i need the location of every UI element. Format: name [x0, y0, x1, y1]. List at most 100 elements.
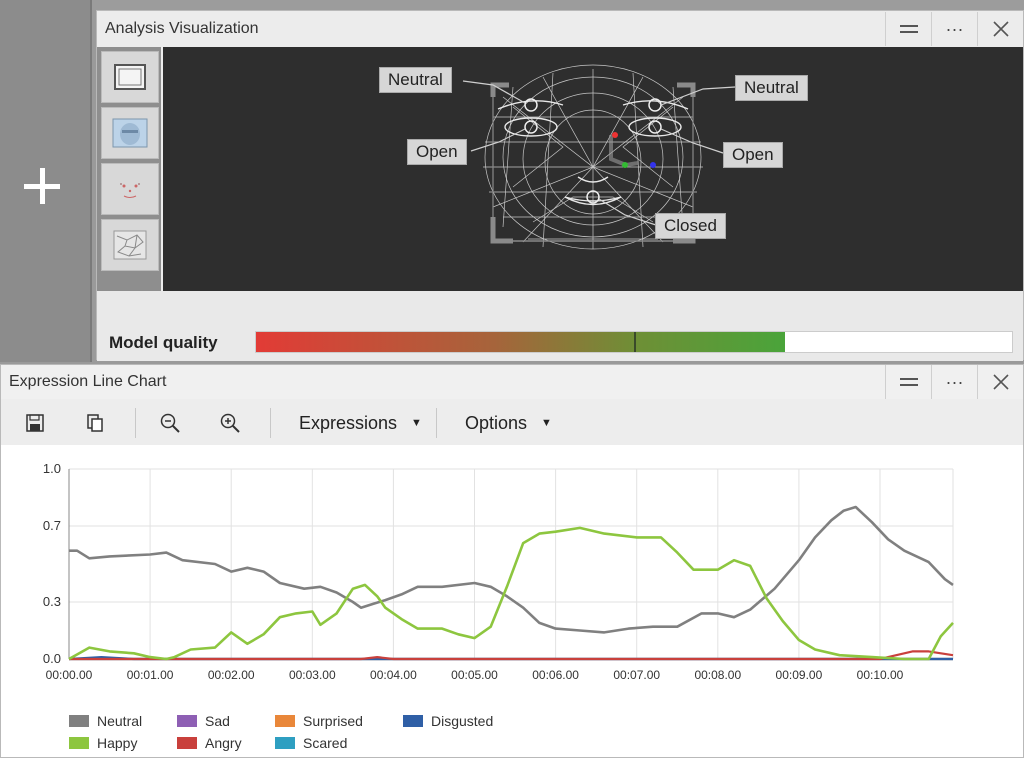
series-line-happy: [68, 526, 954, 661]
chart-legend: Neutral Sad Surprised Disgusted Happy Angry Sc…: [69, 713, 589, 757]
analysis-titlebar: Analysis Visualization ···: [97, 11, 1023, 47]
analysis-more-button[interactable]: ···: [931, 12, 977, 46]
face-image-icon: [112, 118, 148, 148]
copy-icon: [87, 414, 103, 432]
analysis-menu-button[interactable]: [885, 12, 931, 46]
hamburger-icon: [899, 25, 918, 33]
x-tick-label: 00:08.00: [694, 668, 741, 682]
top-strip: [92, 0, 1024, 10]
chart-close-button[interactable]: [977, 365, 1023, 399]
landmarks-icon: [120, 183, 140, 198]
face-mesh: [462, 64, 736, 250]
x-tick-label: 00:06.00: [532, 668, 579, 682]
x-tick-label: 00:04.00: [370, 668, 417, 682]
analysis-visualization-panel: Analysis Visualization ··· Neutral Neutr…: [96, 10, 1024, 361]
hamburger-icon: [899, 378, 918, 386]
x-tick-label: 00:02.00: [208, 668, 255, 682]
tool-landmarks-button[interactable]: [101, 163, 159, 215]
face-visualization: Neutral Neutral Open Open Closed: [163, 47, 1023, 291]
tool-face-image-button[interactable]: [101, 107, 159, 159]
label-right-brow: Neutral: [735, 75, 808, 101]
save-button[interactable]: [15, 407, 55, 439]
label-left-brow: Neutral: [379, 67, 452, 93]
copy-button[interactable]: [75, 407, 115, 439]
legend-swatch: [403, 715, 423, 727]
chevron-down-icon: ▼: [540, 417, 552, 429]
more-icon: ···: [945, 18, 964, 39]
analysis-close-button[interactable]: [977, 12, 1023, 46]
legend-item-scared: Scared: [275, 735, 347, 751]
model-quality-row: Model quality: [97, 291, 1023, 361]
save-icon: [26, 414, 44, 432]
zoom-out-icon: [160, 413, 180, 433]
legend-label: Disgusted: [431, 713, 494, 729]
legend-label: Happy: [97, 735, 138, 751]
legend-item-neutral: Neutral: [69, 713, 142, 729]
legend-label: Sad: [205, 713, 230, 729]
chart-area: 00:00.00 00:01.00 00:02.00 00:03.00 00:04.00…: [1, 445, 1023, 757]
chart-menu-button[interactable]: [885, 365, 931, 399]
tool-frame-button[interactable]: [101, 51, 159, 103]
legend-item-happy: Happy: [69, 735, 137, 751]
chart-panel-title: Expression Line Chart: [9, 373, 167, 390]
expressions-dropdown[interactable]: Expressions ▼: [285, 413, 436, 434]
x-tick-label: 00:05.00: [451, 668, 498, 682]
tool-mesh-button[interactable]: [101, 219, 159, 271]
frame-icon: [114, 64, 146, 90]
model-quality-fill: [256, 332, 786, 352]
chart-toolbar: Expressions ▼ Options ▼: [1, 401, 1023, 445]
options-dropdown[interactable]: Options ▼: [451, 413, 566, 434]
series-line-angry: [69, 650, 954, 661]
legend-swatch: [69, 737, 89, 749]
model-quality-bar: [255, 331, 1013, 353]
legend-swatch: [275, 737, 295, 749]
toolbar-separator: [135, 408, 136, 438]
mesh-icon: [113, 230, 147, 260]
x-tick-label: 00:03.00: [289, 668, 336, 682]
toolbar-separator: [435, 408, 437, 438]
zoom-in-icon: [220, 413, 240, 433]
expression-line-chart: 00:00.00 00:01.00 00:02.00 00:03.00 00:04.00…: [43, 461, 954, 682]
close-icon: [992, 374, 1009, 390]
visualization-tools: [97, 47, 161, 291]
label-mouth: Closed: [655, 213, 726, 239]
x-tick-label: 00:01.00: [127, 668, 174, 682]
add-icon[interactable]: [20, 164, 64, 208]
y-tick-label: 0.7: [43, 518, 61, 533]
x-tick-label: 00:07.00: [613, 668, 660, 682]
y-tick-label: 0.3: [43, 594, 61, 609]
legend-swatch: [177, 715, 197, 727]
legend-item-surprised: Surprised: [275, 713, 363, 729]
legend-swatch: [69, 715, 89, 727]
label-left-eye: Open: [407, 139, 467, 165]
y-tick-label: 0.0: [43, 651, 61, 666]
label-right-eye: Open: [723, 142, 783, 168]
model-quality-label: Model quality: [109, 333, 218, 352]
zoom-out-button[interactable]: [150, 407, 190, 439]
legend-swatch: [177, 737, 197, 749]
legend-item-angry: Angry: [177, 735, 242, 751]
legend-label: Neutral: [97, 713, 143, 729]
model-quality-marker: [634, 332, 636, 352]
expressions-dropdown-label: Expressions: [299, 412, 398, 433]
legend-label: Surprised: [303, 713, 363, 729]
toolbar-separator: [270, 408, 271, 438]
analysis-panel-title: Analysis Visualization: [105, 20, 259, 37]
chart-more-button[interactable]: ···: [931, 365, 977, 399]
close-icon: [992, 21, 1009, 37]
legend-label: Angry: [205, 735, 242, 751]
x-tick-label: 00:10.00: [857, 668, 904, 682]
x-tick-label: 00:00.00: [46, 668, 93, 682]
x-tick-label: 00:09.00: [776, 668, 823, 682]
more-icon: ···: [945, 371, 964, 392]
legend-label: Scared: [303, 735, 348, 751]
chevron-down-icon: ▼: [411, 417, 422, 429]
legend-item-disgusted: Disgusted: [403, 713, 493, 729]
expression-chart-panel: Expression Line Chart ··· Expressions ▼: [0, 364, 1024, 758]
zoom-in-button[interactable]: [210, 407, 250, 439]
legend-item-sad: Sad: [177, 713, 230, 729]
options-dropdown-label: Options: [464, 412, 527, 433]
legend-swatch: [275, 715, 295, 727]
y-tick-label: 1.0: [43, 461, 61, 476]
left-dock: [0, 0, 92, 362]
